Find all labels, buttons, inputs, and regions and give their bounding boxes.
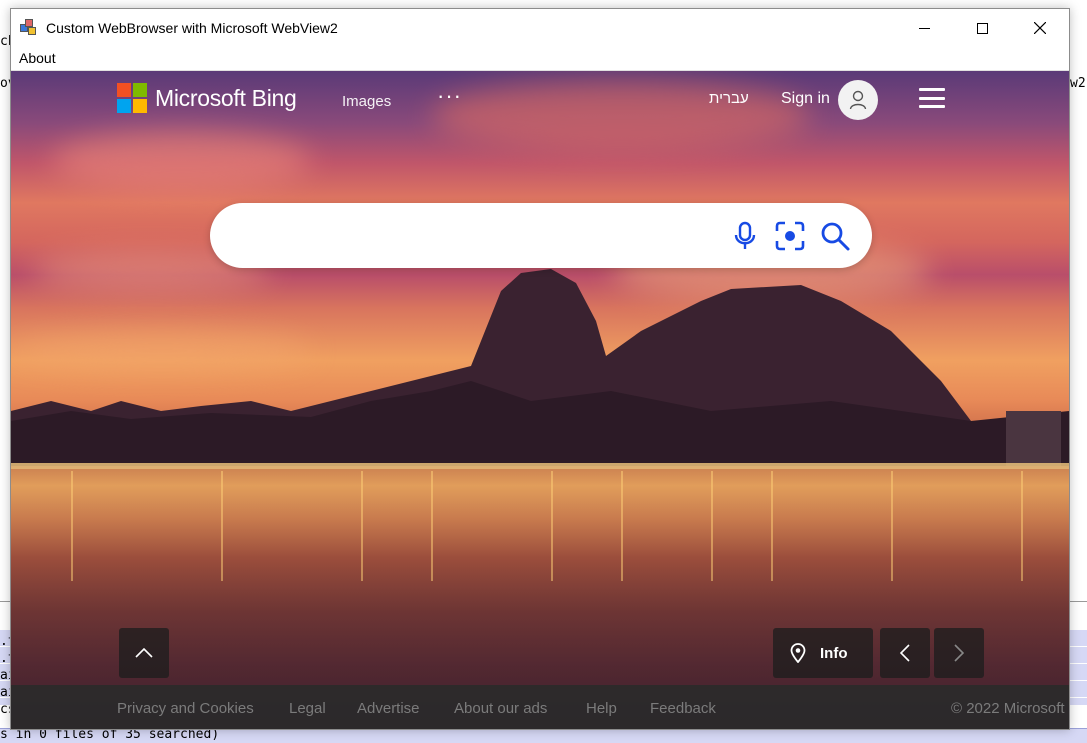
minimize-icon <box>918 27 930 29</box>
next-image-button[interactable] <box>934 628 984 678</box>
chevron-right-icon <box>954 644 964 662</box>
footer-link-help[interactable]: Help <box>586 700 617 717</box>
footer-link-feedback[interactable]: Feedback <box>650 700 716 717</box>
search-icon <box>821 222 850 251</box>
close-icon <box>1034 22 1046 34</box>
language-link[interactable]: עברית <box>709 90 749 107</box>
previous-image-button[interactable] <box>880 628 930 678</box>
minimize-button[interactable] <box>895 9 953 47</box>
footer-link-advertise[interactable]: Advertise <box>357 700 420 717</box>
page-footer: Privacy and Cookies Legal Advertise Abou… <box>11 685 1069 729</box>
footer-link-legal[interactable]: Legal <box>289 700 326 717</box>
sign-in-link[interactable]: Sign in <box>781 90 830 108</box>
chevron-up-icon <box>135 648 153 658</box>
search-input[interactable] <box>234 203 714 268</box>
search-button[interactable] <box>818 219 852 253</box>
bg-status-line: s in 0 files of 35 searched) <box>0 727 1087 743</box>
visual-search-button[interactable] <box>773 219 807 253</box>
webview-content: Microsoft Bing Images ··· עברית Sign in <box>11 71 1069 729</box>
browser-window: Custom WebBrowser with Microsoft WebView… <box>10 8 1070 730</box>
microphone-icon <box>734 221 756 249</box>
window-title: Custom WebBrowser with Microsoft WebView… <box>46 20 338 36</box>
bing-logo[interactable]: Microsoft Bing <box>117 83 297 113</box>
title-bar[interactable]: Custom WebBrowser with Microsoft WebView… <box>11 9 1069 47</box>
more-icon[interactable]: ··· <box>437 83 462 109</box>
voice-search-button[interactable] <box>728 219 762 253</box>
footer-link-privacy[interactable]: Privacy and Cookies <box>117 700 254 717</box>
bg-code-fragment: w2 <box>1070 76 1086 91</box>
menu-about[interactable]: About <box>19 50 56 66</box>
microsoft-logo-icon <box>117 83 147 113</box>
user-icon <box>849 90 867 110</box>
bg-results-strip <box>1070 630 1087 705</box>
maximize-button[interactable] <box>953 9 1011 47</box>
chevron-left-icon <box>900 644 910 662</box>
location-pin-icon <box>790 643 806 663</box>
logo-text: Microsoft Bing <box>155 84 297 111</box>
nav-images-link[interactable]: Images <box>342 93 391 110</box>
footer-copyright: © 2022 Microsoft <box>951 700 1065 717</box>
user-avatar-button[interactable] <box>838 80 878 120</box>
mountains-silhouette <box>11 269 1069 466</box>
visual-search-icon <box>775 221 805 251</box>
menu-hamburger-icon[interactable] <box>919 88 945 108</box>
bg-cloud <box>431 81 811 151</box>
maximize-icon <box>976 22 988 34</box>
scroll-up-button[interactable] <box>119 628 169 678</box>
close-button[interactable] <box>1011 9 1069 47</box>
search-box <box>210 203 872 268</box>
bg-cloud <box>51 131 311 191</box>
footer-link-about-ads[interactable]: About our ads <box>454 700 547 717</box>
app-icon <box>20 19 38 37</box>
menu-bar: About <box>11 47 1069 71</box>
info-label: Info <box>820 644 848 662</box>
image-info-button[interactable]: Info <box>773 628 873 678</box>
